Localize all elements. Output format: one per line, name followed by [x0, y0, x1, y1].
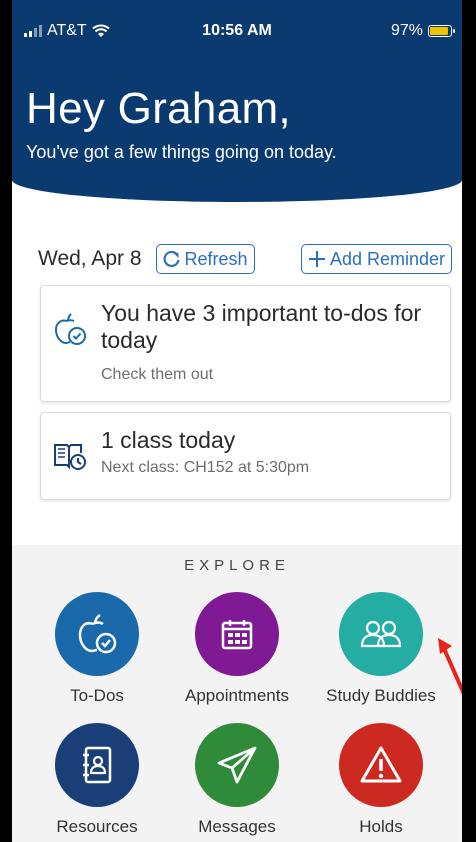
- study-buddies-tile-circle: [339, 592, 423, 676]
- refresh-button[interactable]: Refresh: [155, 244, 255, 274]
- todos-tile-label: To-Dos: [70, 686, 124, 705]
- holds-tile[interactable]: Holds: [306, 723, 456, 837]
- refresh-icon: [163, 250, 180, 267]
- todos-card-title: You have 3 important to-dos for today: [101, 300, 422, 353]
- refresh-label: Refresh: [184, 248, 248, 269]
- resources-tile[interactable]: Resources: [22, 723, 172, 837]
- explore-section: EXPLORE To-Dos Appointments Study Buddie…: [12, 545, 462, 842]
- warning-icon: [360, 746, 402, 783]
- class-card-note: Next class: CH152 at 5:30pm: [101, 459, 310, 476]
- greeting-subtitle: You've got a few things going on today.: [26, 142, 337, 162]
- resources-tile-circle: [55, 723, 139, 807]
- study-buddies-tile[interactable]: Study Buddies: [306, 592, 456, 706]
- apple-check-icon: [54, 313, 86, 345]
- appointments-tile-label: Appointments: [185, 686, 289, 705]
- annotation-arrow-icon: [438, 638, 462, 695]
- plus-icon: [308, 251, 325, 267]
- add-reminder-label: Add Reminder: [329, 248, 445, 269]
- people-icon: [360, 620, 402, 648]
- paper-plane-icon: [217, 746, 257, 784]
- apple-check-icon: [78, 613, 117, 654]
- book-clock-icon: [54, 444, 86, 470]
- calendar-icon: [221, 620, 253, 650]
- greeting-heading: Hey Graham,: [26, 84, 291, 133]
- status-bar: AT&T 10:56 AM 97%: [12, 0, 462, 52]
- todos-tile[interactable]: To-Dos: [22, 592, 172, 706]
- appointments-tile[interactable]: Appointments: [162, 592, 312, 706]
- battery-percent: 97%: [390, 22, 423, 39]
- explore-heading: EXPLORE: [184, 557, 290, 574]
- battery-indicator: 97%: [390, 22, 455, 40]
- todos-card[interactable]: You have 3 important to-dos for today Ch…: [40, 285, 451, 402]
- resources-tile-label: Resources: [56, 817, 138, 836]
- holds-tile-circle: [339, 723, 423, 807]
- add-reminder-button[interactable]: Add Reminder: [300, 244, 452, 274]
- todos-tile-circle: [55, 592, 139, 676]
- messages-tile[interactable]: Messages: [162, 723, 312, 837]
- address-book-icon: [83, 746, 112, 784]
- class-card[interactable]: 1 class today Next class: CH152 at 5:30p…: [40, 412, 451, 500]
- messages-tile-circle: [195, 723, 279, 807]
- study-buddies-tile-label: Study Buddies: [326, 686, 436, 705]
- messages-tile-label: Messages: [198, 817, 276, 836]
- app-screen: AT&T 10:56 AM 97% Hey Graham, You've got…: [12, 0, 462, 842]
- appointments-tile-circle: [195, 592, 279, 676]
- class-card-title: 1 class today: [101, 427, 236, 453]
- date-row: Wed, Apr 8 Refresh Add Reminder: [38, 244, 452, 274]
- current-date: Wed, Apr 8: [38, 247, 142, 270]
- holds-tile-label: Holds: [359, 817, 403, 836]
- battery-icon: [428, 25, 455, 37]
- todos-card-note: Check them out: [101, 366, 214, 383]
